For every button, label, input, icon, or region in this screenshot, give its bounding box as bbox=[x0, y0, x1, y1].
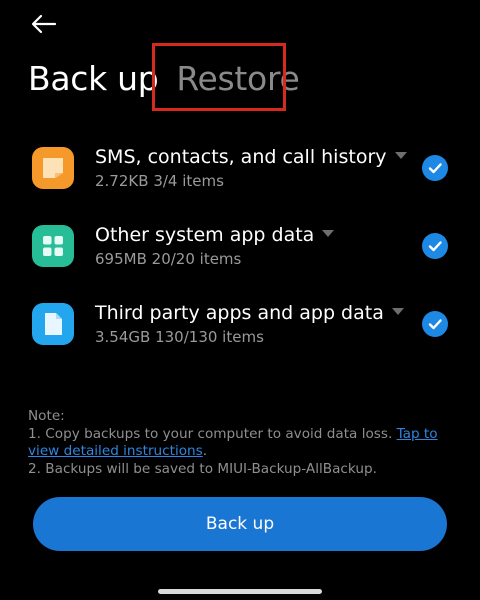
back-arrow-icon bbox=[31, 14, 57, 34]
apps-grid-icon bbox=[32, 225, 74, 267]
home-indicator[interactable] bbox=[158, 589, 322, 594]
file-icon bbox=[32, 303, 74, 345]
item-title: Other system app data bbox=[95, 223, 335, 247]
checkbox-checked[interactable] bbox=[422, 233, 448, 259]
expand-caret-icon[interactable] bbox=[394, 152, 407, 159]
backup-item-list: SMS, contacts, and call history 2.72KB 3… bbox=[0, 140, 480, 374]
checkbox-checked[interactable] bbox=[422, 155, 448, 181]
note-line-2: 2. Backups will be saved to MIUI-Backup-… bbox=[28, 460, 377, 477]
checkmark-icon bbox=[428, 241, 442, 252]
tab-back-up[interactable]: Back up bbox=[28, 56, 159, 102]
item-title: Third party apps and app data bbox=[95, 301, 404, 325]
back-button[interactable] bbox=[30, 12, 58, 36]
list-item-sms-contacts[interactable]: SMS, contacts, and call history 2.72KB 3… bbox=[0, 140, 480, 218]
item-details: 3.54GB 130/130 items bbox=[95, 328, 264, 346]
checkmark-icon bbox=[428, 163, 442, 174]
expand-caret-icon[interactable] bbox=[391, 308, 404, 315]
item-title: SMS, contacts, and call history bbox=[95, 145, 407, 169]
note-section: Note: 1. Copy backups to your computer t… bbox=[28, 408, 448, 478]
back-up-button[interactable]: Back up bbox=[33, 497, 447, 551]
list-item-system-app-data[interactable]: Other system app data 695MB 20/20 items bbox=[0, 218, 480, 296]
note-heading: Note: bbox=[28, 408, 65, 424]
expand-caret-icon[interactable] bbox=[322, 230, 335, 237]
restore-highlight-box bbox=[152, 43, 286, 111]
message-icon bbox=[32, 147, 74, 189]
item-details: 695MB 20/20 items bbox=[95, 250, 242, 268]
item-details: 2.72KB 3/4 items bbox=[95, 172, 224, 190]
list-item-third-party-apps[interactable]: Third party apps and app data 3.54GB 130… bbox=[0, 296, 480, 374]
note-line-1: 1. Copy backups to your computer to avoi… bbox=[28, 425, 438, 460]
checkmark-icon bbox=[428, 319, 442, 330]
checkbox-checked[interactable] bbox=[422, 311, 448, 337]
